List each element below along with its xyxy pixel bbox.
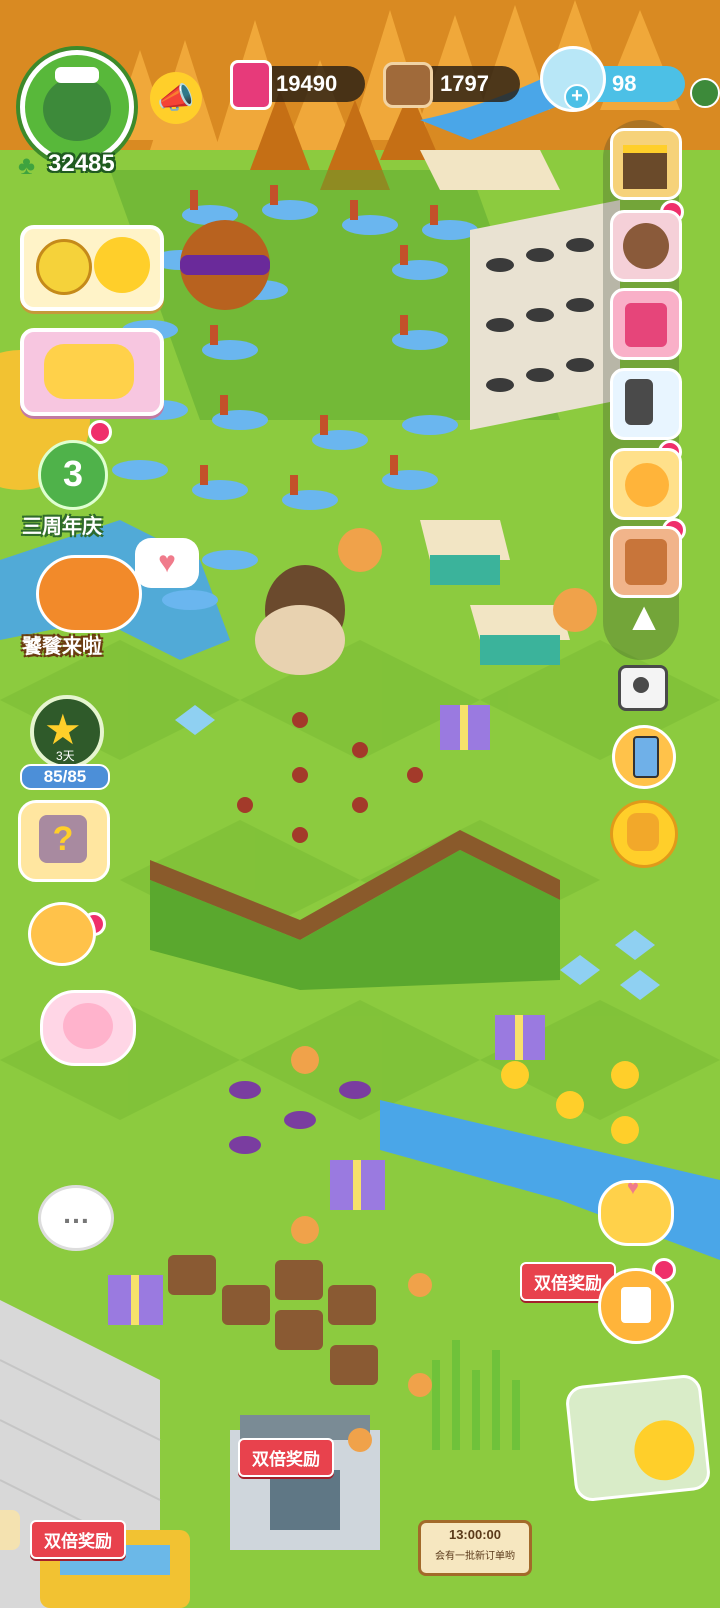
phone-rotate-button[interactable] <box>612 725 676 789</box>
chick-hatch-button[interactable] <box>610 448 682 520</box>
jam-jar-icon <box>230 60 272 110</box>
backpack-icon <box>627 813 659 851</box>
speaker-button[interactable] <box>610 368 682 440</box>
clover-icon: ♣ <box>18 150 36 180</box>
gift-pile-icon <box>44 344 134 399</box>
clover-badge-icon: 3 <box>38 440 108 510</box>
jam-counter[interactable]: 19490 <box>230 60 365 110</box>
time-boost-button[interactable] <box>20 225 164 311</box>
feast-event-label: 饕餮来啦 <box>22 636 102 658</box>
double-reward-badge: 双倍奖励 <box>238 1438 334 1477</box>
anniversary-button[interactable]: 3 <box>30 440 110 510</box>
bunny-friend-button[interactable] <box>40 990 136 1066</box>
phone-icon <box>633 736 659 778</box>
left-edge-tab[interactable] <box>0 1510 20 1550</box>
question-box-icon: ? <box>39 815 87 863</box>
stall-icon <box>623 145 667 189</box>
chick-pair-button[interactable]: ♥ <box>598 1177 674 1246</box>
cow-icon <box>623 223 669 269</box>
chick-icon <box>625 463 669 507</box>
book-icon <box>625 303 667 347</box>
camera-icon <box>633 677 649 693</box>
order-timer: 13:00:00 <box>448 1527 502 1542</box>
star-level-button[interactable]: ★ 3天 <box>30 695 104 769</box>
chat-bubble-button[interactable]: … <box>38 1185 114 1251</box>
bunny-icon <box>63 1003 113 1049</box>
heart-speech-bubble[interactable]: ♥ <box>135 538 199 588</box>
clipboard-icon <box>621 1287 651 1323</box>
speaker-icon <box>625 379 653 425</box>
feast-event-button[interactable] <box>28 555 142 633</box>
gift-pack-button[interactable] <box>20 328 164 416</box>
lion-mascot-icon <box>36 555 142 633</box>
order-notice-text: 会有一批新订单哟 <box>435 1551 515 1562</box>
stopwatch-icon <box>36 239 92 295</box>
megaphone-icon[interactable]: 📣 <box>150 72 202 124</box>
settings-icon[interactable] <box>690 78 720 108</box>
chick-icon <box>94 237 150 293</box>
player-avatar[interactable] <box>20 50 134 164</box>
gem-counter[interactable]: + 98 <box>540 46 685 112</box>
wood-counter[interactable]: 1797 <box>383 62 520 108</box>
anniversary-label: 三周年庆 <box>22 516 102 538</box>
cookbook-icon <box>625 539 667 585</box>
add-gem-button[interactable]: + <box>564 84 590 110</box>
star-progress-bar: 85/85 <box>20 764 110 790</box>
cow-friend-button[interactable] <box>610 210 682 282</box>
scenery-camera-button[interactable] <box>564 1373 712 1503</box>
clover-count: 32485 <box>48 150 115 177</box>
mystery-box-button[interactable]: ? <box>18 800 110 882</box>
heart-icon: ♥ <box>627 1177 639 1199</box>
collapse-arrow-button[interactable]: ▲ <box>612 590 676 644</box>
flower-pot-button[interactable] <box>28 902 96 966</box>
camera-button[interactable] <box>618 665 668 711</box>
double-reward-badge: 双倍奖励 <box>30 1520 126 1559</box>
cookbook-button[interactable] <box>610 526 682 598</box>
recipe-book-button[interactable] <box>610 288 682 360</box>
avatar-face-icon <box>43 77 111 141</box>
chick-camera-icon <box>631 1417 698 1484</box>
shop-stall-button[interactable] <box>610 128 682 200</box>
order-board-button[interactable] <box>598 1268 674 1344</box>
backpack-button[interactable] <box>610 800 678 868</box>
order-timer-sign[interactable]: 13:00:00 会有一批新订单哟 <box>418 1520 532 1576</box>
wood-log-icon <box>383 62 433 108</box>
